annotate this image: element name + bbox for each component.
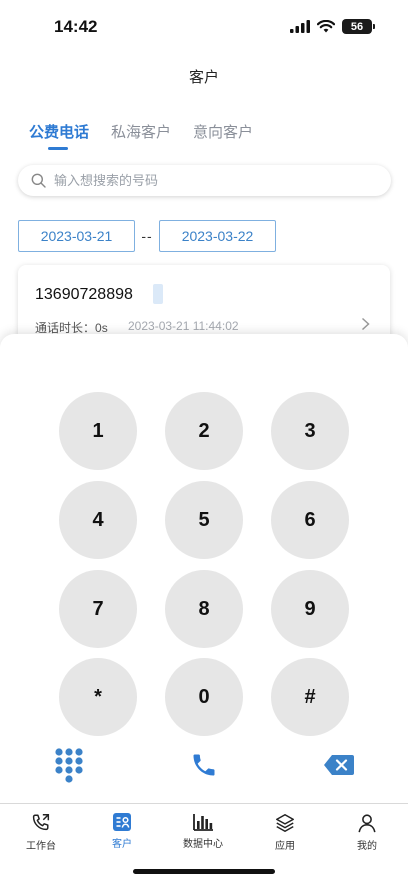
- customer-icon: [113, 813, 131, 831]
- layers-icon: [276, 814, 294, 832]
- bar-chart-icon: [193, 814, 213, 831]
- cellular-signal-icon: [290, 20, 310, 33]
- tabbar-item-me[interactable]: 我的: [332, 812, 402, 852]
- backspace-icon[interactable]: [323, 754, 355, 776]
- dial-key-2[interactable]: 2: [165, 392, 243, 470]
- date-separator: --: [141, 228, 153, 244]
- tabbar-label-workbench: 工作台: [26, 841, 56, 852]
- tabbar-label-apps: 应用: [275, 841, 295, 852]
- status-icons: 56: [290, 19, 375, 34]
- tab-intent-customers[interactable]: 意向客户: [193, 121, 253, 142]
- call-timestamp: 2023-03-21 11:44:02: [128, 319, 239, 333]
- call-duration-label: 通话时长：: [35, 321, 96, 335]
- dial-key-7[interactable]: 7: [59, 570, 137, 648]
- tabbar-label-customers: 客户: [112, 839, 132, 850]
- dial-key-5[interactable]: 5: [165, 481, 243, 559]
- page-title: 客户: [188, 69, 219, 86]
- tabbar-label-data-center: 数据中心: [183, 839, 223, 850]
- dial-key-6[interactable]: 6: [271, 481, 349, 559]
- tabbar-item-customers[interactable]: 客户: [87, 812, 157, 850]
- search-bar[interactable]: [18, 165, 391, 196]
- status-time: 14:42: [54, 17, 98, 36]
- home-indicator: [133, 869, 275, 874]
- tabbar-label-me: 我的: [357, 841, 377, 852]
- start-date-picker[interactable]: 2023-03-21: [18, 220, 135, 252]
- search-icon: [31, 173, 46, 188]
- tab-public-calls[interactable]: 公费电话: [29, 121, 89, 142]
- dial-key-3[interactable]: 3: [271, 392, 349, 470]
- active-tab-indicator: [48, 147, 68, 150]
- dial-key-1[interactable]: 1: [59, 392, 137, 470]
- call-duration-value: 0s: [95, 321, 108, 335]
- call-number: 13690728898: [35, 286, 133, 303]
- tab-private-customers[interactable]: 私海客户: [111, 121, 171, 142]
- dial-key-star[interactable]: *: [59, 658, 137, 736]
- customer-tabs: 公费电话 私海客户 意向客户: [29, 121, 253, 142]
- bottom-tab-bar: 工作台 客户 数据中心 应用 我的: [0, 803, 408, 883]
- battery-icon: 56: [342, 19, 375, 34]
- dial-key-0[interactable]: 0: [165, 658, 243, 736]
- selection-marker: [153, 284, 163, 304]
- user-icon: [358, 814, 376, 833]
- keypad-icon[interactable]: [54, 748, 84, 784]
- dial-key-9[interactable]: 9: [271, 570, 349, 648]
- end-date-picker[interactable]: 2023-03-22: [159, 220, 276, 252]
- tabbar-item-data-center[interactable]: 数据中心: [168, 812, 238, 850]
- dial-key-hash[interactable]: #: [271, 658, 349, 736]
- status-bar: 14:42 56: [0, 0, 408, 52]
- search-input[interactable]: [54, 173, 354, 188]
- dial-key-8[interactable]: 8: [165, 570, 243, 648]
- battery-level: 56: [350, 20, 364, 33]
- tabbar-item-workbench[interactable]: 工作台: [6, 812, 76, 852]
- wifi-icon: [317, 20, 335, 33]
- phone-desk-icon: [32, 814, 50, 831]
- dialpad-panel: 1 2 3 4 5 6 7 8 9 * 0 #: [0, 334, 408, 804]
- chevron-right-icon[interactable]: [361, 317, 370, 331]
- phone-icon[interactable]: [190, 751, 218, 779]
- dial-key-4[interactable]: 4: [59, 481, 137, 559]
- date-range: 2023-03-21 -- 2023-03-22: [18, 220, 276, 252]
- tabbar-item-apps[interactable]: 应用: [250, 812, 320, 852]
